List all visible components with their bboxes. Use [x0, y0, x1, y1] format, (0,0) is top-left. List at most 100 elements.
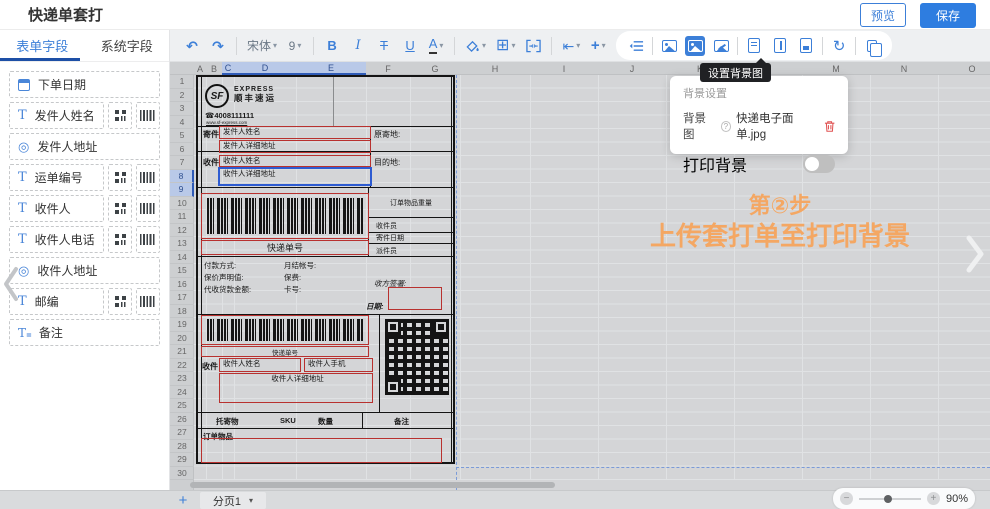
- copy-sheet-icon[interactable]: [862, 36, 882, 56]
- font-family-select[interactable]: 宋体▾: [247, 35, 277, 57]
- outline-settings-icon[interactable]: [626, 36, 646, 56]
- row-header-8[interactable]: 8: [170, 170, 194, 184]
- field-receiver-name[interactable]: 收件人姓名: [219, 155, 371, 167]
- row-header-28[interactable]: 28: [170, 440, 194, 454]
- row-header-16[interactable]: 16: [170, 278, 194, 292]
- zoom-out-button[interactable]: −: [840, 492, 853, 505]
- insert-select[interactable]: +▾: [590, 35, 606, 57]
- row-header-22[interactable]: 22: [170, 359, 194, 373]
- row-header-9[interactable]: 9: [170, 183, 194, 197]
- save-button[interactable]: 保存: [920, 3, 976, 28]
- preview-button[interactable]: 预览: [860, 3, 906, 27]
- page-split-icon[interactable]: [770, 36, 790, 56]
- qr-drag-button[interactable]: [108, 226, 132, 253]
- field-item-收件人[interactable]: T收件人: [9, 195, 104, 222]
- field-receiver-phone-2[interactable]: 收件人手机: [304, 358, 373, 372]
- row-header-29[interactable]: 29: [170, 453, 194, 467]
- page-setup-icon[interactable]: [744, 36, 764, 56]
- row-header-5[interactable]: 5: [170, 129, 194, 143]
- field-order-items-box[interactable]: [201, 438, 442, 463]
- borders-select[interactable]: ⊞▾: [496, 35, 515, 57]
- column-header-I[interactable]: I: [530, 62, 598, 75]
- undo-icon[interactable]: ↶: [184, 35, 200, 57]
- column-header-C[interactable]: C: [222, 62, 234, 75]
- italic-icon[interactable]: I: [350, 35, 366, 57]
- row-header-20[interactable]: 20: [170, 332, 194, 346]
- row-header-1[interactable]: 1: [170, 75, 194, 89]
- bold-icon[interactable]: B: [324, 35, 340, 57]
- barcode-drag-button[interactable]: [136, 102, 160, 129]
- field-sender-name[interactable]: 发件人姓名: [219, 126, 371, 139]
- row-header-25[interactable]: 25: [170, 399, 194, 413]
- column-header-H[interactable]: H: [460, 62, 530, 75]
- row-header-27[interactable]: 27: [170, 426, 194, 440]
- row-header-3[interactable]: 3: [170, 102, 194, 116]
- redo-icon[interactable]: ↷: [210, 35, 226, 57]
- waybill-barcode-2[interactable]: [201, 315, 369, 345]
- waybill-barcode-1[interactable]: [201, 193, 369, 239]
- collapse-panel-chevron-left-icon[interactable]: [2, 266, 20, 302]
- tab-system-fields[interactable]: 系统字段: [85, 30, 170, 61]
- row-header-30[interactable]: 30: [170, 467, 194, 481]
- column-header-J[interactable]: J: [598, 62, 666, 75]
- column-header-O[interactable]: O: [938, 62, 990, 75]
- strikethrough-icon[interactable]: T: [376, 35, 392, 57]
- row-header-10[interactable]: 10: [170, 197, 194, 211]
- row-header-4[interactable]: 4: [170, 116, 194, 130]
- fill-color-select[interactable]: ▾: [465, 35, 486, 57]
- merge-cells-icon[interactable]: [525, 35, 541, 57]
- barcode-drag-button[interactable]: [136, 164, 160, 191]
- page-tab[interactable]: 分页1 ▾: [200, 492, 266, 509]
- row-header-19[interactable]: 19: [170, 318, 194, 332]
- horizontal-scrollbar[interactable]: [190, 482, 555, 488]
- row-header-15[interactable]: 15: [170, 264, 194, 278]
- row-header-12[interactable]: 12: [170, 224, 194, 238]
- font-color-select[interactable]: A▾: [428, 35, 444, 57]
- row-header-23[interactable]: 23: [170, 372, 194, 386]
- row-header-14[interactable]: 14: [170, 251, 194, 265]
- barcode-drag-button[interactable]: [136, 288, 160, 315]
- zoom-slider[interactable]: [859, 498, 921, 500]
- add-page-button[interactable]: +: [174, 491, 192, 509]
- field-receiver-address-selected[interactable]: 收件人详细地址: [218, 167, 372, 186]
- zoom-in-button[interactable]: +: [927, 492, 940, 505]
- column-header-M[interactable]: M: [802, 62, 870, 75]
- underline-icon[interactable]: U: [402, 35, 418, 57]
- column-header-B[interactable]: B: [206, 62, 222, 75]
- row-header-13[interactable]: 13: [170, 237, 194, 251]
- barcode-drag-button[interactable]: [136, 226, 160, 253]
- column-header-E[interactable]: E: [296, 62, 366, 75]
- column-header-N[interactable]: N: [870, 62, 938, 75]
- spreadsheet-canvas[interactable]: ABCDEFGHIJKLMNO 123456789101112131415161…: [170, 62, 990, 490]
- field-item-收件人地址[interactable]: ◎收件人地址: [9, 257, 160, 284]
- font-size-select[interactable]: 9▾: [287, 35, 303, 57]
- next-panel-chevron-right-icon[interactable]: [964, 234, 986, 274]
- refresh-icon[interactable]: ↻: [829, 36, 849, 56]
- column-header-F[interactable]: F: [366, 62, 410, 75]
- row-header-6[interactable]: 6: [170, 143, 194, 157]
- field-sign-box[interactable]: [388, 287, 442, 310]
- row-header-21[interactable]: 21: [170, 345, 194, 359]
- row-header-17[interactable]: 17: [170, 291, 194, 305]
- qr-drag-button[interactable]: [108, 164, 132, 191]
- trash-icon[interactable]: [824, 120, 835, 133]
- field-item-下单日期[interactable]: 下单日期: [9, 71, 160, 98]
- waybill-template[interactable]: SF EXPRESS 顺丰速运 ☎4008111111 www.sf-expre…: [196, 75, 455, 464]
- set-background-image-icon[interactable]: [685, 36, 705, 56]
- image-scale-icon[interactable]: [711, 36, 731, 56]
- help-icon[interactable]: ?: [721, 121, 732, 132]
- qr-drag-button[interactable]: [108, 195, 132, 222]
- qr-drag-button[interactable]: [108, 288, 132, 315]
- row-header-11[interactable]: 11: [170, 210, 194, 224]
- column-header-D[interactable]: D: [234, 62, 296, 75]
- row-header-26[interactable]: 26: [170, 413, 194, 427]
- zoom-slider-knob[interactable]: [884, 495, 892, 503]
- tab-form-fields[interactable]: 表单字段: [0, 30, 85, 61]
- align-select[interactable]: ⇤▾: [562, 35, 580, 57]
- field-waybill-number-1[interactable]: 快递单号: [201, 240, 369, 255]
- row-header-2[interactable]: 2: [170, 89, 194, 103]
- barcode-drag-button[interactable]: [136, 195, 160, 222]
- print-background-toggle[interactable]: [803, 155, 835, 173]
- field-item-发件人地址[interactable]: ◎发件人地址: [9, 133, 160, 160]
- field-item-运单编号[interactable]: T运单编号: [9, 164, 104, 191]
